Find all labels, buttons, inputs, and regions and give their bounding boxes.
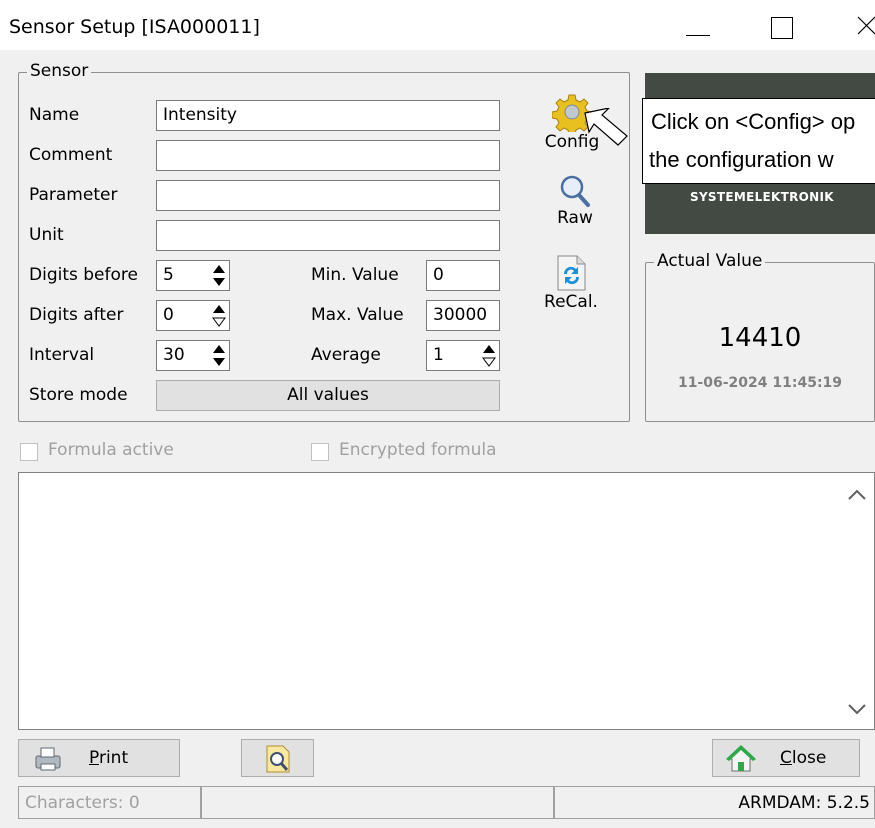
title-bar: Sensor Setup [ISA000011]: [0, 0, 875, 50]
status-version-cell: ARMDAM: 5.2.5: [554, 786, 875, 819]
recal-button[interactable]: ReCal.: [536, 254, 606, 312]
encrypted-formula-checkbox[interactable]: Encrypted formula: [311, 440, 531, 464]
parameter-label: Parameter: [29, 185, 118, 205]
status-bar: Characters: 0 ARMDAM: 5.2.5: [18, 786, 875, 819]
close-button[interactable]: Close: [712, 739, 860, 777]
average-value: 1: [433, 345, 444, 365]
store-mode-label: Store mode: [29, 385, 128, 405]
printer-icon: [35, 747, 61, 771]
raw-label: Raw: [557, 208, 593, 228]
actual-value-timestamp: 11-06-2024 11:45:19: [677, 375, 843, 391]
home-icon: [726, 745, 756, 772]
average-down-button[interactable]: [481, 356, 497, 368]
print-label: Print: [89, 748, 129, 768]
status-version: ARMDAM: 5.2.5: [738, 793, 870, 813]
print-preview-icon: [266, 745, 290, 773]
min-value-label: Min. Value: [311, 265, 399, 285]
formula-active-label: Formula active: [48, 440, 174, 460]
digits-before-value: 5: [163, 265, 174, 285]
print-button[interactable]: Print: [18, 739, 180, 777]
arrow-up-icon: [213, 345, 225, 353]
actual-value-group: Actual Value 14410 11-06-2024 11:45:19: [645, 251, 875, 422]
arrow-up-icon: [483, 345, 495, 353]
digits-after-value: 0: [163, 305, 174, 325]
maximize-button[interactable]: [752, 0, 812, 50]
unit-field[interactable]: [156, 220, 500, 251]
digits-before-label: Digits before: [29, 265, 138, 285]
min-value-field[interactable]: 0: [426, 260, 500, 291]
encrypted-formula-box: [311, 443, 329, 461]
arrow-down-icon: [213, 358, 225, 366]
comment-field[interactable]: [156, 140, 500, 171]
status-middle-cell: [201, 786, 554, 819]
interval-up-button[interactable]: [211, 343, 227, 355]
tooltip-line-1: Click on <Config> op: [651, 109, 856, 134]
interval-stepper[interactable]: 30: [156, 340, 230, 371]
chevron-up-icon: [848, 489, 866, 500]
comment-label: Comment: [29, 145, 113, 165]
max-value-field[interactable]: 30000: [426, 300, 500, 331]
raw-button[interactable]: Raw: [540, 174, 610, 228]
digits-before-stepper[interactable]: 5: [156, 260, 230, 291]
encrypted-formula-label: Encrypted formula: [339, 440, 497, 460]
average-stepper[interactable]: 1: [426, 340, 500, 371]
formula-active-box: [20, 443, 38, 461]
close-icon: [857, 16, 875, 35]
interval-label: Interval: [29, 345, 95, 365]
recal-label: ReCal.: [544, 292, 598, 312]
arrow-down-outline-icon: [482, 357, 496, 367]
logo-brand-text: SYSTEMELEKTRONIK: [690, 190, 834, 204]
mouse-pointer-icon: [584, 108, 628, 146]
actual-value-group-label: Actual Value: [654, 251, 766, 271]
close-window-button[interactable]: [830, 0, 875, 50]
unit-label: Unit: [29, 225, 64, 245]
name-field[interactable]: Intensity: [156, 100, 500, 131]
store-mode-button[interactable]: All values: [156, 380, 500, 411]
interval-value: 30: [163, 345, 185, 365]
arrow-down-outline-icon: [212, 317, 226, 327]
digits-after-down-button[interactable]: [211, 316, 227, 328]
interval-down-button[interactable]: [211, 356, 227, 368]
sensor-group-label: Sensor: [27, 61, 92, 81]
status-characters-cell: Characters: 0: [18, 786, 201, 819]
formula-textarea[interactable]: [18, 472, 875, 730]
digits-before-up-button[interactable]: [211, 263, 227, 275]
actual-value-reading: 14410: [718, 323, 802, 353]
window-title: Sensor Setup [ISA000011]: [9, 16, 260, 38]
digits-after-label: Digits after: [29, 305, 124, 325]
scroll-down-button[interactable]: [843, 695, 871, 723]
parameter-field[interactable]: [156, 180, 500, 211]
status-characters: Characters: 0: [25, 793, 140, 813]
digits-before-down-button[interactable]: [211, 276, 227, 288]
arrow-up-icon: [213, 265, 225, 273]
formula-active-checkbox[interactable]: Formula active: [20, 440, 220, 464]
arrow-down-icon: [213, 278, 225, 286]
arrow-up-icon: [213, 305, 225, 313]
digits-after-up-button[interactable]: [211, 303, 227, 315]
name-label: Name: [29, 105, 80, 125]
tooltip-line-2: the configuration w: [649, 147, 834, 172]
average-label: Average: [311, 345, 381, 365]
scroll-up-button[interactable]: [843, 481, 871, 509]
chevron-down-icon: [848, 704, 866, 715]
config-tooltip: Click on <Config> op the configuration w: [642, 98, 875, 184]
magnifier-icon: [560, 175, 590, 207]
max-value-label: Max. Value: [311, 305, 404, 325]
refresh-document-icon: [557, 255, 586, 291]
average-up-button[interactable]: [481, 343, 497, 355]
minimize-button[interactable]: [668, 0, 728, 50]
preview-button[interactable]: [241, 739, 314, 777]
digits-after-stepper[interactable]: 0: [156, 300, 230, 331]
close-label: Close: [780, 748, 827, 768]
